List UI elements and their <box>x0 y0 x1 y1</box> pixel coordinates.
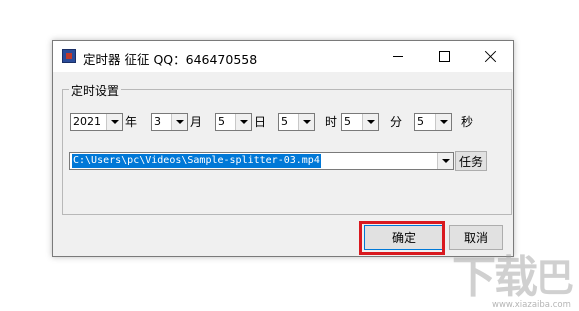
app-icon <box>62 49 76 63</box>
minimize-icon <box>393 56 403 57</box>
group-legend: 定时设置 <box>69 82 122 99</box>
chevron-down-icon[interactable] <box>435 114 451 130</box>
watermark-url: www.xiazaiba.com <box>492 300 571 310</box>
day-unit-label: 日 <box>254 115 267 129</box>
chevron-down-icon[interactable] <box>171 114 187 130</box>
chevron-down-icon[interactable] <box>362 114 378 130</box>
task-button[interactable]: 任务 <box>455 151 487 171</box>
minimize-button[interactable] <box>375 41 421 72</box>
minute-unit-label: 分 <box>390 115 403 129</box>
watermark-glyph: 巴 <box>536 256 575 300</box>
day-select[interactable]: 5 <box>215 113 252 131</box>
watermark-glyph: 载 <box>494 252 538 303</box>
close-button[interactable] <box>467 41 513 72</box>
second-value: 5 <box>417 115 424 128</box>
file-path-value[interactable]: C:\Users\pc\Videos\Sample-splitter-03.mp… <box>72 154 321 168</box>
minute-select[interactable]: 5 <box>341 113 379 131</box>
minute-value: 5 <box>344 115 351 128</box>
chevron-down-icon[interactable] <box>235 114 251 130</box>
cancel-button[interactable]: 取消 <box>449 225 503 250</box>
month-unit-label: 月 <box>190 115 203 129</box>
year-select[interactable]: 2021 <box>70 113 123 131</box>
year-value: 2021 <box>73 115 101 128</box>
close-icon <box>484 50 497 63</box>
maximize-button[interactable] <box>421 41 467 72</box>
hour-select[interactable]: 5 <box>278 113 315 131</box>
title-bar[interactable]: 定时器 征征 QQ：646470558 <box>53 41 513 72</box>
file-path-select[interactable]: C:\Users\pc\Videos\Sample-splitter-03.mp… <box>69 152 454 170</box>
window-title: 定时器 征征 QQ：646470558 <box>83 52 258 67</box>
chevron-down-icon[interactable] <box>437 153 453 169</box>
site-watermark: 下 载 巴 www.xiazaiba.com <box>452 256 576 311</box>
watermark-glyph: 下 <box>452 252 496 303</box>
day-value: 5 <box>218 115 225 128</box>
maximize-icon <box>438 51 450 62</box>
chevron-down-icon[interactable] <box>106 114 122 130</box>
chevron-down-icon[interactable] <box>298 114 314 130</box>
ok-button-highlight <box>359 221 445 255</box>
hour-unit-label: 时 <box>325 115 338 129</box>
month-select[interactable]: 3 <box>151 113 188 131</box>
second-unit-label: 秒 <box>461 115 474 129</box>
year-unit-label: 年 <box>125 115 138 129</box>
second-select[interactable]: 5 <box>414 113 452 131</box>
hour-value: 5 <box>281 115 288 128</box>
month-value: 3 <box>154 115 161 128</box>
